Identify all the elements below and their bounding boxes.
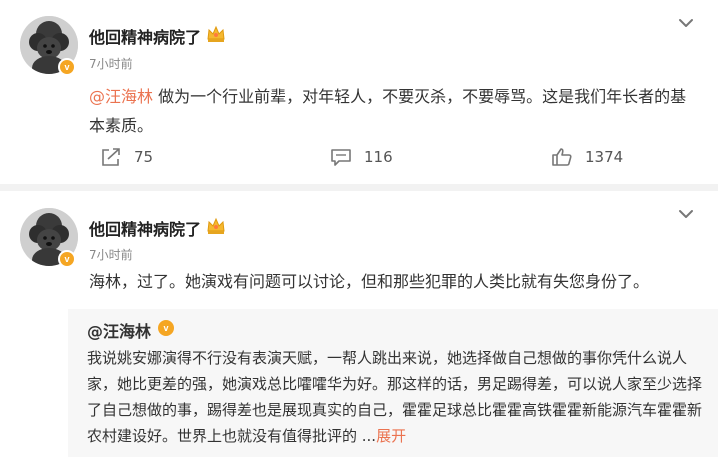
post-timestamp: 7小时前 — [89, 57, 133, 71]
post-card: v 他回精神病院了 7小时前 @汪海林 做为一个行业前辈，对年轻人，不要灭杀，不… — [0, 0, 718, 184]
username[interactable]: 他回精神病院了 — [89, 216, 201, 240]
like-button[interactable]: 1374 — [551, 142, 623, 172]
post-timestamp: 7小时前 — [89, 248, 133, 262]
comment-button[interactable]: 116 — [330, 142, 393, 172]
weibo-feed: v 他回精神病院了 7小时前 @汪海林 做为一个行业前辈，对年轻人，不要灭杀，不… — [0, 0, 718, 457]
post-text: @汪海林 做为一个行业前辈，对年轻人，不要灭杀，不要辱骂。这是我们年长者的基本素… — [89, 82, 699, 140]
quoted-username[interactable]: @汪海林 — [87, 318, 151, 342]
chevron-down-icon[interactable] — [678, 209, 694, 219]
crown-icon — [207, 25, 225, 42]
expand-link[interactable]: 展开 — [376, 427, 406, 445]
quoted-text: 我说姚安娜演得不行没有表演天赋，一帮人跳出来说，她选择做自己想做的事你凭什么说人… — [87, 345, 707, 449]
verified-badge: v — [58, 58, 76, 76]
repost-icon — [102, 148, 120, 166]
action-bar: 75 116 1374 — [0, 142, 718, 172]
post-text: 海林，过了。她演戏有问题可以讨论，但和那些犯罪的人类比就有失您身份了。 — [89, 272, 650, 291]
post-body: 做为一个行业前辈，对年轻人，不要灭杀，不要辱骂。这是我们年长者的基本素质。 — [89, 87, 687, 135]
verified-badge: v — [158, 320, 174, 336]
comment-icon — [331, 149, 351, 166]
username[interactable]: 他回精神病院了 — [89, 24, 201, 48]
mention-link[interactable]: @汪海林 — [89, 87, 153, 106]
like-icon — [552, 148, 572, 166]
repost-count: 75 — [134, 148, 154, 166]
quoted-post[interactable]: @汪海林 v 我说姚安娜演得不行没有表演天赋，一帮人跳出来说，她选择做自己想做的… — [68, 309, 718, 457]
verified-badge: v — [58, 250, 76, 268]
post-card: v 他回精神病院了 7小时前 海林，过了。她演戏有问题可以讨论，但和那些犯罪的人… — [0, 191, 718, 457]
comment-count: 116 — [364, 148, 393, 166]
repost-button[interactable]: 75 — [100, 142, 153, 172]
like-count: 1374 — [585, 148, 624, 166]
crown-icon — [207, 217, 225, 234]
chevron-down-icon[interactable] — [678, 18, 694, 28]
